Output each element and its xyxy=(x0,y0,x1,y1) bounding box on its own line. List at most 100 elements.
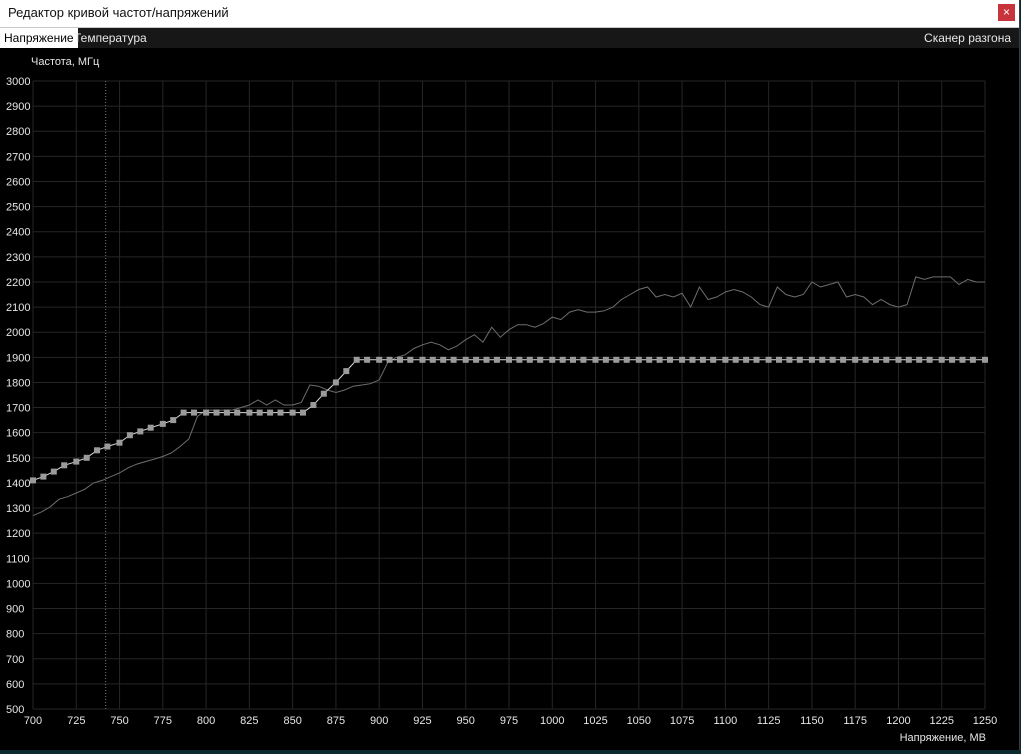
vf-curve-point[interactable] xyxy=(407,356,414,363)
vf-curve-point[interactable] xyxy=(104,443,111,450)
x-tick-label: 1050 xyxy=(627,715,651,727)
vf-curve-point[interactable] xyxy=(473,356,480,363)
vf-curve-point[interactable] xyxy=(635,356,642,363)
vf-curve-point[interactable] xyxy=(450,356,457,363)
vf-curve-point[interactable] xyxy=(786,356,793,363)
vf-curve-point[interactable] xyxy=(852,356,859,363)
vf-curve-point[interactable] xyxy=(277,409,284,416)
vf-curve-point[interactable] xyxy=(83,454,90,461)
vf-curve-point[interactable] xyxy=(537,356,544,363)
vf-curve-point[interactable] xyxy=(137,428,144,435)
vf-curve-point[interactable] xyxy=(170,417,177,424)
vf-curve-point[interactable] xyxy=(559,356,566,363)
x-tick-label: 800 xyxy=(197,715,215,727)
vf-curve-point[interactable] xyxy=(776,356,782,363)
vf-curve-point[interactable] xyxy=(916,356,923,363)
vf-curve-point[interactable] xyxy=(223,409,230,416)
vf-curve-point[interactable] xyxy=(343,368,350,375)
vf-curve-point[interactable] xyxy=(623,356,630,363)
y-tick-label: 2300 xyxy=(6,252,30,264)
vf-curve-point[interactable] xyxy=(753,356,760,363)
vf-curve-point[interactable] xyxy=(61,462,68,469)
y-tick-label: 2600 xyxy=(6,176,30,188)
vf-curve-point[interactable] xyxy=(732,356,739,363)
x-tick-label: 1075 xyxy=(670,715,694,727)
vf-curve-point[interactable] xyxy=(397,356,403,363)
vf-curve-point[interactable] xyxy=(246,409,253,416)
vf-curve-point[interactable] xyxy=(969,356,976,363)
vf-curve-point[interactable] xyxy=(419,356,426,363)
vf-curve-point[interactable] xyxy=(376,356,383,363)
vf-curve-point[interactable] xyxy=(710,356,717,363)
vf-curve-point[interactable] xyxy=(191,409,197,416)
vf-curve-point[interactable] xyxy=(40,473,47,480)
vf-curve-point[interactable] xyxy=(883,356,890,363)
vf-curve-point[interactable] xyxy=(147,424,154,431)
vf-curve-point[interactable] xyxy=(743,356,750,363)
vf-curve-point[interactable] xyxy=(840,356,847,363)
vf-curve-point[interactable] xyxy=(646,356,653,363)
vf-curve-point[interactable] xyxy=(267,409,274,416)
y-tick-label: 1100 xyxy=(6,553,30,565)
vf-curve-point[interactable] xyxy=(256,409,263,416)
vf-curve-point[interactable] xyxy=(364,356,371,363)
vf-curve-point[interactable] xyxy=(462,356,469,363)
vf-curve-point[interactable] xyxy=(493,356,500,363)
vf-curve-point[interactable] xyxy=(180,409,187,416)
vf-curve-point[interactable] xyxy=(526,356,533,363)
y-tick-label: 800 xyxy=(6,629,24,641)
vf-curve-point[interactable] xyxy=(320,390,327,397)
vf-curve-point[interactable] xyxy=(94,447,100,454)
vf-curve-point[interactable] xyxy=(353,356,360,363)
vf-curve-point[interactable] xyxy=(895,356,902,363)
vf-curve-point[interactable] xyxy=(506,356,512,363)
vf-curve-point[interactable] xyxy=(50,468,57,475)
vf-curve-point[interactable] xyxy=(819,356,826,363)
vf-curve-point[interactable] xyxy=(289,409,296,416)
vf-curve-point[interactable] xyxy=(679,356,686,363)
vf-curve-point[interactable] xyxy=(592,356,599,363)
vf-curve-point[interactable] xyxy=(213,409,220,416)
vf-curve-point[interactable] xyxy=(959,356,966,363)
vf-curve-point[interactable] xyxy=(203,409,210,416)
vf-curve-point[interactable] xyxy=(516,356,523,363)
vf-curve-point[interactable] xyxy=(862,356,869,363)
vf-chart[interactable]: 500 600 700 800 900 1000 1100 1200 1300 1400 1500 1… xyxy=(0,0,1019,750)
vf-curve-point[interactable] xyxy=(905,356,912,363)
vf-curve-point[interactable] xyxy=(613,356,620,363)
vf-curve-point[interactable] xyxy=(602,356,609,363)
vf-curve-point[interactable] xyxy=(73,458,80,465)
vf-curve-point[interactable] xyxy=(300,409,306,416)
vf-curve-point[interactable] xyxy=(656,356,663,363)
vf-curve-point[interactable] xyxy=(722,356,729,363)
vf-curve-point[interactable] xyxy=(116,439,123,446)
y-tick-label: 700 xyxy=(6,654,24,666)
vf-curve-point[interactable] xyxy=(926,356,933,363)
vf-curve-point[interactable] xyxy=(873,356,879,363)
vf-curve-point[interactable] xyxy=(949,356,956,363)
vf-curve-point[interactable] xyxy=(126,432,133,439)
vf-curve-point[interactable] xyxy=(699,356,706,363)
vf-curve-point[interactable] xyxy=(483,356,490,363)
vf-curve-point[interactable] xyxy=(580,356,587,363)
vf-curve-point[interactable] xyxy=(796,356,803,363)
vf-curve-point[interactable] xyxy=(429,356,436,363)
vf-curve-point[interactable] xyxy=(765,356,772,363)
x-tick-label: 775 xyxy=(154,715,172,727)
vf-curve-point[interactable] xyxy=(938,356,945,363)
vf-curve-point[interactable] xyxy=(30,477,36,484)
vf-curve-point[interactable] xyxy=(689,356,696,363)
vf-curve-point[interactable] xyxy=(159,420,166,427)
vf-curve-point[interactable] xyxy=(386,356,393,363)
vf-curve-point[interactable] xyxy=(667,356,673,363)
vf-curve-point[interactable] xyxy=(440,356,447,363)
vf-curve-point[interactable] xyxy=(310,402,317,408)
vf-curve-point[interactable] xyxy=(332,379,339,386)
vf-curve-point[interactable] xyxy=(549,356,556,363)
vf-curve-point[interactable] xyxy=(570,356,576,363)
x-tick-label: 875 xyxy=(327,715,345,727)
vf-curve-point[interactable] xyxy=(829,356,836,363)
vf-curve-point[interactable] xyxy=(808,356,815,363)
vf-curve-point[interactable] xyxy=(234,409,241,416)
vf-curve-point[interactable] xyxy=(982,356,988,363)
